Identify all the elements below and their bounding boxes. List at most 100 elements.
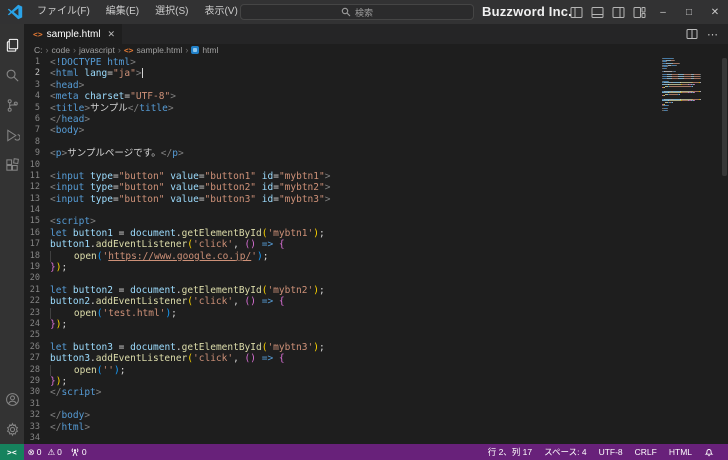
layout-sidebar-right-icon[interactable] — [612, 6, 625, 19]
code-line[interactable]: 13 <input type="button" value="button3" i… — [24, 194, 728, 205]
code-line[interactable]: 8 — [24, 137, 728, 148]
code-line[interactable]: 3 <head> — [24, 80, 728, 91]
line-number: 23 — [29, 307, 40, 318]
line-number: 21 — [29, 284, 40, 295]
encoding-setting[interactable]: UTF-8 — [593, 444, 629, 460]
code-line[interactable]: 5 <title>サンプル</title> — [24, 103, 728, 114]
code-line[interactable]: 22 button2.addEventListener('click', () =… — [24, 296, 728, 307]
maximize-button[interactable]: □ — [676, 0, 702, 24]
code-line[interactable]: 18 open('https://www.google.co.jp/'); — [24, 250, 728, 262]
menu-selection[interactable]: 選択(S) — [147, 2, 196, 22]
run-debug-icon[interactable] — [0, 120, 24, 150]
layout-customize-icon[interactable] — [633, 6, 646, 19]
breadcrumb-folder-javascript[interactable]: javascript — [79, 45, 115, 55]
vscode-window: ファイル(F) 編集(E) 選択(S) 表示(V) ⋯ ← → 検索 Buzzw… — [0, 0, 728, 460]
code-line[interactable]: 26 let button3 = document.getElementById(… — [24, 342, 728, 353]
line-number: 6 — [34, 113, 40, 124]
line-number: 4 — [34, 91, 40, 102]
bell-icon — [704, 449, 714, 457]
code-line[interactable]: 11 <input type="button" value="button1" i… — [24, 171, 728, 182]
code-line[interactable]: 21 let button2 = document.getElementById(… — [24, 285, 728, 296]
account-icon[interactable] — [0, 384, 24, 414]
indentation-setting[interactable]: スペース: 4 — [538, 444, 592, 460]
code-line[interactable]: 17 button1.addEventListener('click', () =… — [24, 239, 728, 250]
code-line[interactable]: 27 button3.addEventListener('click', () =… — [24, 353, 728, 364]
source-control-icon[interactable] — [0, 90, 24, 120]
code-line[interactable]: 15 <script> — [24, 216, 728, 227]
menu-edit[interactable]: 編集(E) — [98, 2, 147, 22]
close-button[interactable]: ✕ — [702, 0, 728, 24]
cursor-position[interactable]: 行 2、列 17 — [482, 444, 538, 460]
layout-sidebar-icon[interactable] — [570, 6, 583, 19]
code-lines: 1 <!DOCTYPE html> 2 <html lang="ja"> 3 <head>… — [24, 57, 728, 444]
code-line[interactable]: 30 </script> — [24, 387, 728, 398]
minimap[interactable] — [662, 58, 724, 113]
language-mode[interactable]: HTML — [663, 444, 698, 460]
search-sidebar-icon[interactable] — [0, 60, 24, 90]
ports-indicator[interactable]: 0 — [66, 444, 91, 460]
breadcrumb-file[interactable]: sample.html — [136, 45, 182, 55]
menu-view[interactable]: 表示(V) — [196, 2, 245, 22]
more-actions-icon[interactable]: ⋯ — [707, 28, 719, 41]
vscode-logo-icon — [7, 4, 23, 20]
code-line[interactable]: 34 — [24, 433, 728, 444]
code-line[interactable]: 25 — [24, 330, 728, 341]
code-line[interactable]: 24}); — [24, 319, 728, 330]
settings-gear-icon[interactable] — [0, 414, 24, 444]
tab-sample-html[interactable]: <> sample.html ✕ — [24, 24, 123, 44]
tab-close-icon[interactable]: ✕ — [108, 29, 116, 40]
minimize-button[interactable]: – — [650, 0, 676, 24]
chevron-right-icon: › — [117, 45, 121, 55]
code-line[interactable]: 14 — [24, 205, 728, 216]
menu-file[interactable]: ファイル(F) — [29, 2, 98, 22]
code-line[interactable]: 4 <meta charset="UTF-8"> — [24, 91, 728, 102]
explorer-icon[interactable] — [0, 30, 24, 60]
line-number: 8 — [34, 136, 40, 147]
ports-count: 0 — [81, 447, 87, 457]
line-number: 19 — [29, 262, 40, 273]
code-line[interactable]: 12 <input type="button" value="button2" i… — [24, 182, 728, 193]
line-number: 1 — [34, 57, 40, 67]
line-number: 28 — [29, 364, 40, 375]
code-line[interactable]: 32 </body> — [24, 410, 728, 421]
vertical-scrollbar[interactable] — [722, 58, 727, 176]
breadcrumb-drive[interactable]: C: — [34, 45, 43, 55]
code-line[interactable]: 23 open('test.html'); — [24, 307, 728, 319]
layout-panel-icon[interactable] — [591, 6, 604, 19]
code-line[interactable]: 2 <html lang="ja"> — [24, 68, 728, 79]
search-icon — [341, 7, 351, 17]
notifications-bell[interactable] — [698, 444, 720, 460]
code-line[interactable]: 7 <body> — [24, 125, 728, 136]
code-line[interactable]: 20 — [24, 273, 728, 284]
line-number: 15 — [29, 216, 40, 227]
code-line[interactable]: 10 — [24, 160, 728, 171]
breadcrumb-folder-code[interactable]: code — [52, 45, 70, 55]
html-file-icon: <> — [33, 29, 43, 39]
eol-setting[interactable]: CRLF — [629, 444, 663, 460]
line-number: 10 — [29, 159, 40, 170]
code-line[interactable]: 28 open(''); — [24, 364, 728, 376]
code-line[interactable]: 19}); — [24, 262, 728, 273]
code-line[interactable]: 16 let button1 = document.getElementById(… — [24, 228, 728, 239]
code-line[interactable]: 1 <!DOCTYPE html> — [24, 57, 728, 68]
line-number: 22 — [29, 296, 40, 307]
split-editor-icon[interactable] — [686, 28, 698, 40]
command-center-search[interactable]: 検索 — [240, 4, 474, 20]
code-line[interactable]: 9 <p>サンプルページです。</p> — [24, 148, 728, 159]
line-number: 32 — [29, 410, 40, 421]
line-number: 3 — [34, 79, 40, 90]
code-line[interactable]: 33 </html> — [24, 422, 728, 433]
breadcrumb-symbol[interactable]: html — [202, 45, 218, 55]
extensions-icon[interactable] — [0, 150, 24, 180]
code-editor[interactable]: 1 <!DOCTYPE html> 2 <html lang="ja"> 3 <head>… — [24, 56, 728, 444]
code-line[interactable]: 29}); — [24, 376, 728, 387]
line-number: 12 — [29, 182, 40, 193]
code-line[interactable]: 31 — [24, 399, 728, 410]
code-line[interactable]: 6 </head> — [24, 114, 728, 125]
search-placeholder: 検索 — [354, 7, 373, 18]
line-number: 17 — [29, 239, 40, 250]
remote-indicator[interactable]: >< — [0, 444, 24, 460]
window-title: Buzzword Inc. — [482, 4, 572, 19]
line-number: 27 — [29, 353, 40, 364]
problems-indicator[interactable]: ⊗ 0 ⚠ 0 — [24, 444, 66, 460]
